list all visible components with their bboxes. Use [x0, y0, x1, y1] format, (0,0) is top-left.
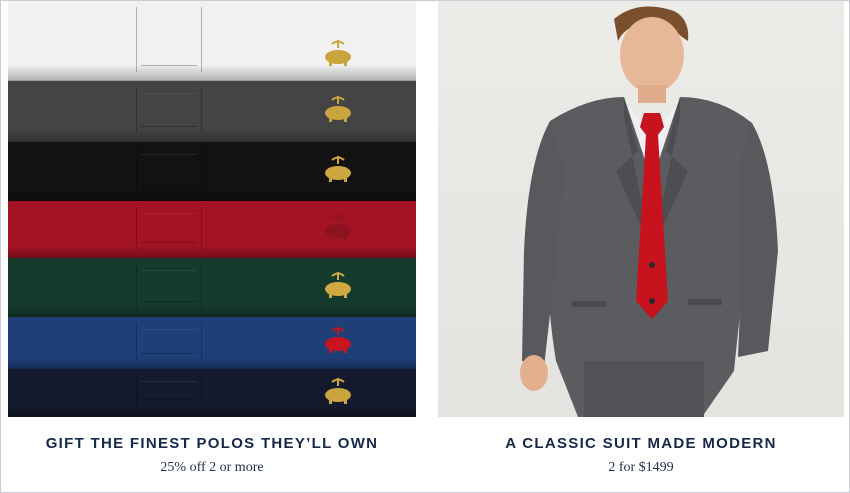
polo-placket — [136, 207, 202, 249]
folded-polo-shirt — [8, 1, 416, 83]
polo-placket — [136, 148, 202, 192]
golden-fleece-logo-icon — [325, 213, 351, 240]
polo-promo-headline[interactable]: GIFT THE FINEST POLOS THEY’LL OWN — [8, 435, 416, 452]
polo-placket — [136, 87, 202, 133]
polo-placket — [136, 264, 202, 308]
golden-fleece-logo-icon — [325, 271, 351, 298]
golden-fleece-logo-icon — [325, 327, 351, 353]
folded-polo-shirt — [8, 142, 416, 203]
polo-placket — [136, 375, 202, 406]
golden-fleece-logo-icon — [325, 155, 351, 182]
golden-fleece-logo-icon — [325, 378, 351, 404]
folded-polo-shirt — [8, 201, 416, 260]
suit-promo-headline[interactable]: A CLASSIC SUIT MADE MODERN — [438, 435, 844, 452]
suit-model-illustration — [520, 6, 778, 417]
polo-promo-tile[interactable]: GIFT THE FINEST POLOS THEY’LL OWN 25% of… — [8, 1, 416, 476]
polo-shirts-image[interactable] — [8, 1, 416, 417]
suit-promo-offer: 2 for $1499 — [608, 460, 674, 475]
golden-fleece-logo-icon — [325, 95, 351, 122]
polo-promo-caption: GIFT THE FINEST POLOS THEY’LL OWN 25% of… — [8, 435, 416, 476]
polo-stack — [8, 1, 416, 417]
folded-polo-shirt — [8, 369, 416, 417]
polo-placket — [136, 323, 202, 360]
golden-fleece-logo-icon — [325, 40, 351, 66]
suit-promo-tile[interactable]: A CLASSIC SUIT MADE MODERN 2 for $1499 — [438, 1, 844, 476]
polo-placket — [136, 7, 202, 72]
promo-grid: GIFT THE FINEST POLOS THEY’LL OWN 25% of… — [0, 0, 850, 493]
suit-model-image[interactable] — [438, 1, 844, 417]
suit-promo-caption: A CLASSIC SUIT MADE MODERN 2 for $1499 — [438, 435, 844, 476]
folded-polo-shirt — [8, 317, 416, 371]
folded-polo-shirt — [8, 258, 416, 319]
folded-polo-shirt — [8, 81, 416, 144]
suit-photo-background — [438, 1, 844, 417]
polo-promo-offer: 25% off 2 or more — [160, 460, 264, 475]
